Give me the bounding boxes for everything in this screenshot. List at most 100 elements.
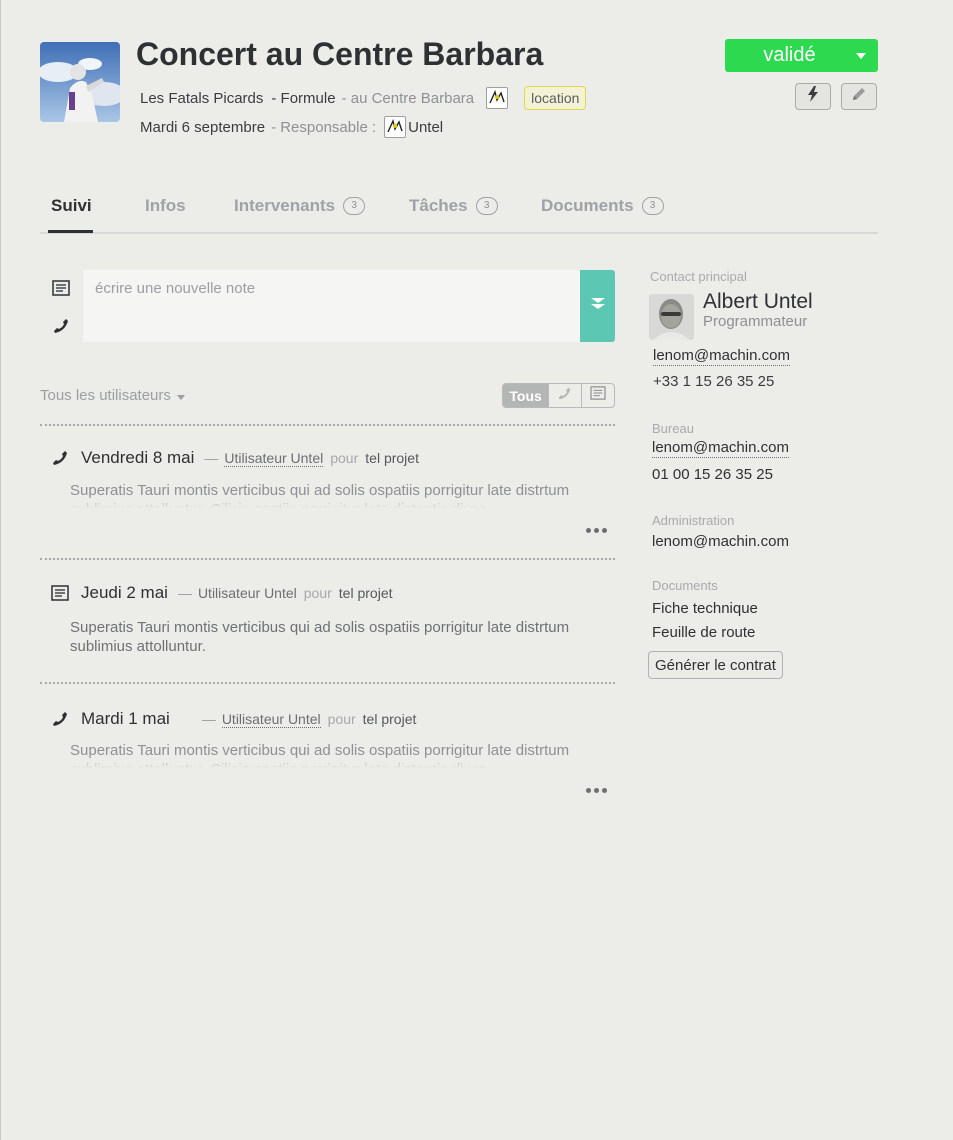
venue-label: - au Centre Barbara — [341, 89, 475, 107]
admin-email[interactable]: lenom@machin.com — [652, 533, 789, 550]
feed-divider — [40, 558, 615, 560]
filter-notes-button[interactable] — [580, 384, 614, 407]
bureau-section-label: Bureau — [652, 421, 694, 436]
feed-item-body: Superatis Tauri montis verticibus qui ad… — [70, 482, 570, 508]
feed-item-dash: — — [204, 450, 219, 466]
page-left-border — [0, 0, 1, 1140]
tab-label: Suivi — [51, 196, 92, 215]
double-chevron-down-icon — [590, 296, 606, 317]
artist-link[interactable]: Les Fatals Picards — [140, 90, 263, 107]
note-icon — [50, 585, 70, 601]
tab-label: Tâches — [409, 196, 468, 215]
tab-infos[interactable]: Infos — [145, 196, 186, 216]
feed-item-user[interactable]: Utilisateur Untel — [221, 711, 321, 728]
contact-avatar — [649, 294, 694, 340]
tab-suivi[interactable]: Suivi — [51, 196, 92, 216]
contact-role: Programmateur — [703, 313, 808, 330]
feed-item-pour: pour — [303, 585, 332, 601]
bureau-email: lenom@machin.com — [652, 439, 789, 458]
phone-icon — [558, 387, 571, 405]
active-tab-indicator — [48, 230, 93, 233]
caret-down-icon — [176, 387, 185, 404]
admin-section-label: Administration — [652, 513, 735, 528]
lightning-icon — [807, 86, 819, 107]
responsible-label: - Responsable : — [271, 118, 377, 136]
event-date: Mardi 6 septembre — [140, 118, 266, 136]
status-dropdown-button[interactable]: validé — [725, 39, 878, 72]
quick-action-button[interactable] — [795, 83, 831, 110]
phone-icon — [50, 711, 70, 727]
note-type-selector — [40, 270, 82, 342]
contact-name[interactable]: Albert Untel — [703, 290, 813, 314]
location-tag: location — [524, 86, 587, 110]
new-note-input[interactable] — [83, 270, 580, 342]
feed-item-project[interactable]: tel projet — [365, 450, 419, 466]
event-date-line: Mardi 6 septembre - Responsable : Untel — [140, 116, 443, 138]
tab-count-badge: 3 — [641, 197, 664, 215]
document-link-fiche-technique[interactable]: Fiche technique — [652, 600, 758, 617]
note-icon[interactable] — [50, 277, 72, 299]
note-composer — [40, 270, 615, 342]
document-link-feuille-de-route[interactable]: Feuille de route — [652, 624, 755, 641]
tab-count-badge: 3 — [343, 197, 366, 215]
feed-item-header: Jeudi 2 mai — Utilisateur Untel pour tel… — [50, 583, 393, 603]
status-label: validé — [763, 44, 816, 66]
generate-contract-button[interactable]: Générer le contrat — [648, 651, 783, 679]
feed-item-body: Superatis Tauri montis verticibus qui ad… — [70, 742, 570, 768]
pencil-icon — [851, 86, 867, 107]
dot — [602, 528, 607, 533]
tab-taches[interactable]: Tâches 3 — [409, 196, 498, 216]
bureau-email-link[interactable]: lenom@machin.com — [652, 439, 789, 458]
feed-item-project[interactable]: tel projet — [363, 711, 417, 727]
expand-more-button[interactable] — [586, 788, 607, 793]
tab-count-badge: 3 — [475, 197, 498, 215]
dot — [602, 788, 607, 793]
user-filter-dropdown[interactable]: Tous les utilisateurs — [40, 387, 185, 404]
tab-documents[interactable]: Documents 3 — [541, 196, 664, 216]
tab-label: Documents — [541, 196, 634, 215]
filter-calls-button[interactable] — [548, 384, 580, 407]
contact-phone: +33 1 15 26 35 25 — [653, 373, 775, 390]
feed-item-project[interactable]: tel projet — [339, 585, 393, 601]
tab-bar: Suivi Infos Intervenants 3 Tâches 3 Docu… — [40, 190, 878, 234]
feed-item-pour: pour — [327, 711, 356, 727]
edit-button[interactable] — [841, 83, 877, 110]
user-filter-label: Tous les utilisateurs — [40, 387, 171, 404]
note-icon — [590, 386, 606, 405]
event-avatar — [40, 42, 120, 122]
feed-item-user[interactable]: Utilisateur Untel — [198, 585, 297, 601]
contact-section-label: Contact principal — [650, 269, 747, 284]
feed-divider — [40, 682, 615, 684]
dot — [594, 788, 599, 793]
documents-section-label: Documents — [652, 578, 718, 593]
filter-all-label: Tous — [509, 387, 542, 404]
feed-item-dash: — — [201, 711, 216, 727]
tab-label: Intervenants — [234, 196, 336, 215]
feed-item-date: Vendredi 8 mai — [81, 448, 195, 467]
bureau-phone: 01 00 15 26 35 25 — [652, 466, 773, 483]
dot — [586, 528, 591, 533]
submit-note-button[interactable] — [580, 270, 615, 342]
responsible-name[interactable]: Untel — [408, 119, 443, 136]
feed-item-header: Mardi 1 mai — Utilisateur Untel pour tel… — [50, 709, 416, 729]
feed-item-body: Superatis Tauri montis verticibus qui ad… — [70, 619, 570, 655]
contact-email: lenom@machin.com — [653, 347, 790, 366]
caret-down-icon — [844, 39, 878, 72]
feed-item-user[interactable]: Utilisateur Untel — [224, 450, 324, 467]
filter-all-button[interactable]: Tous — [503, 384, 549, 407]
tab-intervenants[interactable]: Intervenants 3 — [234, 196, 366, 216]
responsible-avatar — [384, 116, 407, 138]
contact-email-link[interactable]: lenom@machin.com — [653, 347, 790, 366]
phone-icon — [50, 450, 70, 466]
feed-type-filter: Tous — [502, 383, 615, 408]
page-title: Concert au Centre Barbara — [136, 36, 544, 72]
event-meta-line: Les Fatals Picards - Formule - au Centre… — [140, 86, 587, 110]
expand-more-button[interactable] — [586, 528, 607, 533]
feed-item-dash: — — [177, 585, 192, 601]
venue-logo — [486, 87, 509, 109]
feed-item-header: Vendredi 8 mai — Utilisateur Untel pour … — [50, 448, 419, 468]
phone-icon[interactable] — [50, 315, 72, 337]
dot — [586, 788, 591, 793]
tab-label: Infos — [145, 196, 186, 215]
feed-item-pour: pour — [330, 450, 359, 466]
